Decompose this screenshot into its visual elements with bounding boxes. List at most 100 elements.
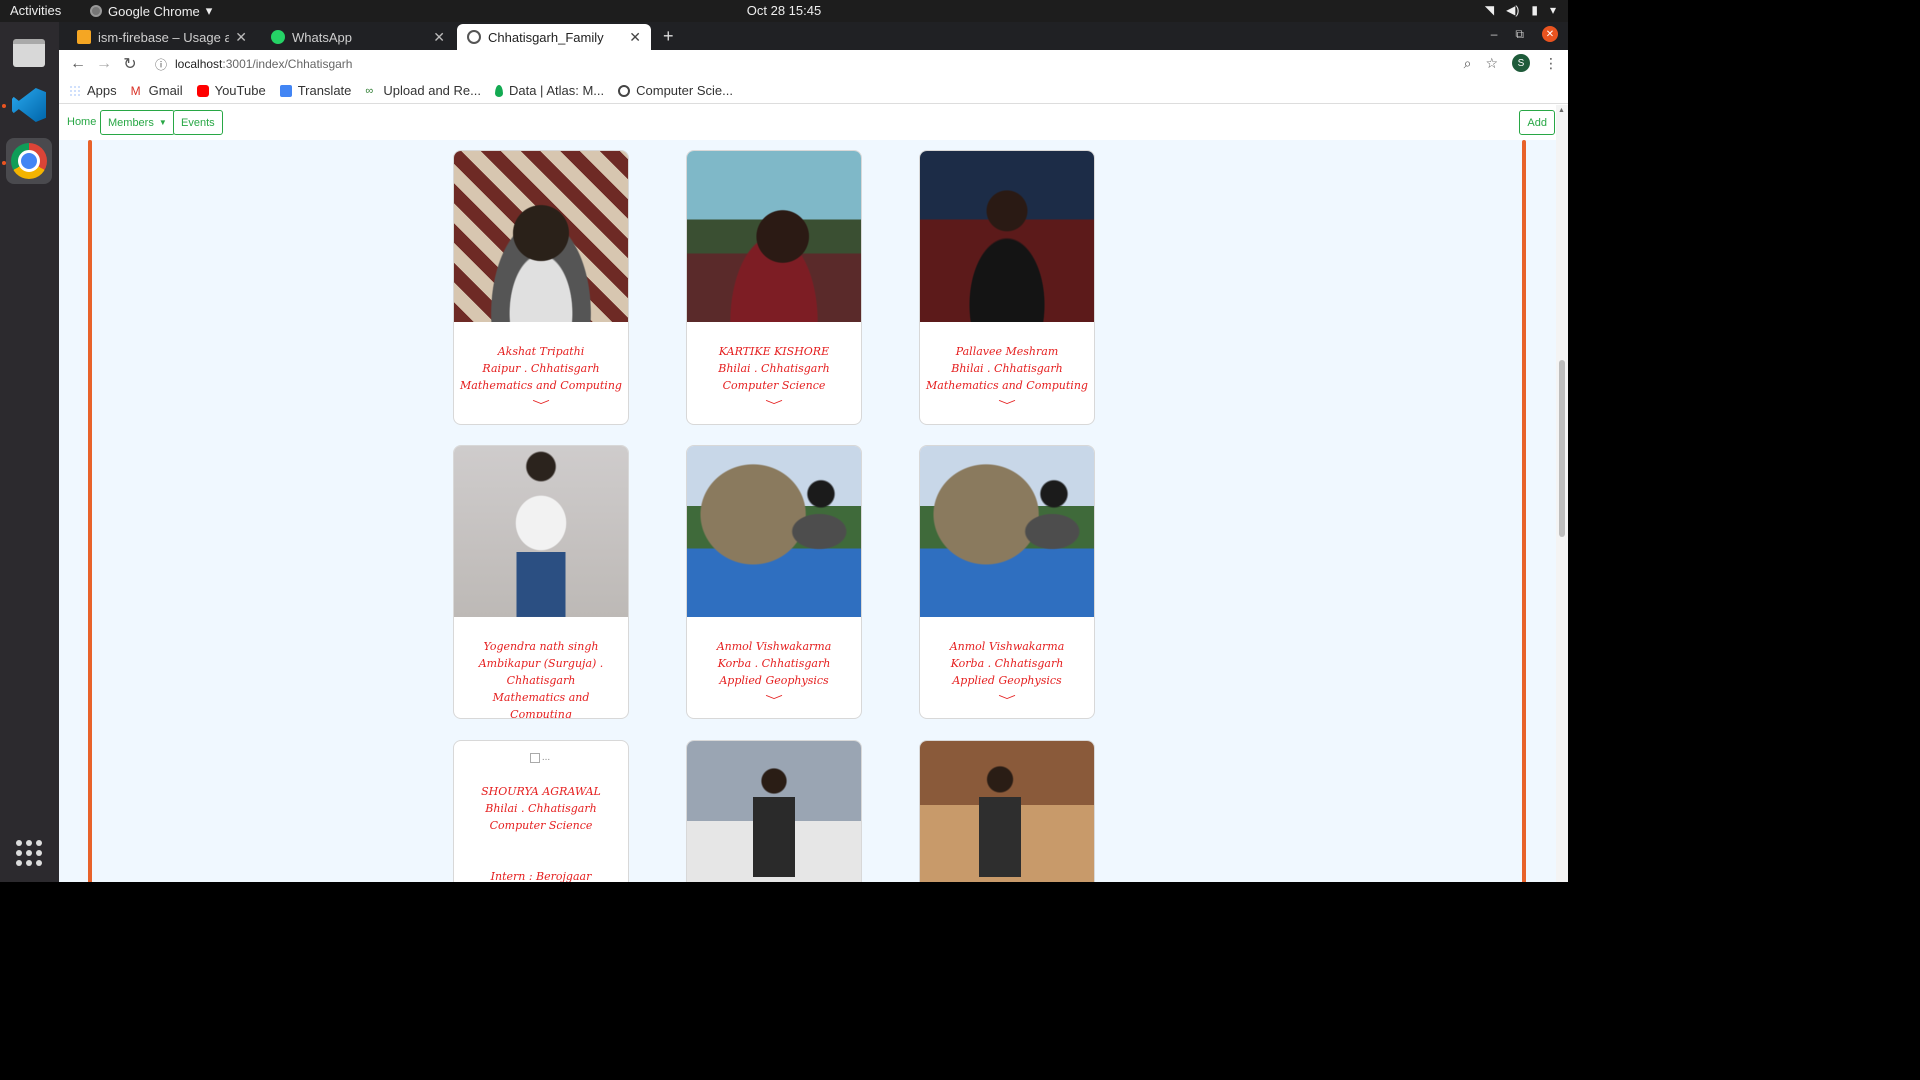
back-icon[interactable]: ← xyxy=(65,55,91,73)
member-card[interactable]: Anmol Vishwakarma Korba . Chhatisgarh Ap… xyxy=(686,445,862,719)
member-card[interactable]: Akshat Tripathi Raipur . Chhatisgarh Mat… xyxy=(453,150,629,425)
home-link[interactable]: Home xyxy=(67,116,96,128)
apps-grid-icon xyxy=(69,84,81,97)
tab-title: WhatsApp xyxy=(292,29,352,45)
bookmark-translate[interactable]: Translate xyxy=(279,83,351,98)
reload-icon[interactable]: ↻ xyxy=(117,54,143,74)
member-card[interactable] xyxy=(686,740,862,882)
system-top-bar: Activities Google Chrome ▾ Oct 28 15:45 ◥… xyxy=(0,0,1568,22)
member-photo xyxy=(687,446,861,617)
browser-toolbar: ← → ↻ ⓘ localhost:3001/index/Chhatisgarh… xyxy=(59,50,1568,78)
caret-down-icon: ▼ xyxy=(158,118,167,127)
member-branch: Computer Science xyxy=(489,819,593,832)
close-tab-icon[interactable]: ✕ xyxy=(235,29,247,46)
bookmark-label: Gmail xyxy=(148,83,183,98)
close-tab-icon[interactable]: ✕ xyxy=(433,29,445,46)
member-name: KARTIKE KISHORE xyxy=(718,345,830,358)
members-dropdown-button[interactable]: Members ▼ xyxy=(100,110,175,135)
chevron-down-icon[interactable]: ﹀ xyxy=(454,397,628,413)
globe-icon xyxy=(618,84,631,97)
page-scrollbar[interactable]: ▲ xyxy=(1556,105,1568,882)
running-indicator xyxy=(2,161,6,165)
translate-icon xyxy=(279,84,292,97)
bookmark-atlas[interactable]: Data | Atlas: M... xyxy=(494,83,605,98)
minimize-icon[interactable]: – xyxy=(1491,27,1498,41)
tab-title: Chhatisgarh_Family xyxy=(488,29,604,45)
clock[interactable]: Oct 28 15:45 xyxy=(0,3,1568,18)
chrome-app[interactable] xyxy=(6,138,52,184)
scroll-up-icon[interactable]: ▲ xyxy=(1558,107,1565,114)
member-info: KARTIKE KISHORE Bhilai . Chhatisgarh Com… xyxy=(687,322,861,394)
member-branch: Applied Geophysics xyxy=(952,674,1062,687)
url-host: localhost xyxy=(175,57,223,71)
member-card[interactable]: ... SHOURYA AGRAWAL Bhilai . Chhatisgarh… xyxy=(453,740,629,882)
show-applications-icon[interactable] xyxy=(16,840,42,866)
member-card[interactable]: Pallavee Meshram Bhilai . Chhatisgarh Ma… xyxy=(919,150,1095,425)
member-name: Akshat Tripathi xyxy=(497,345,585,358)
bookmark-upload[interactable]: ∞ Upload and Re... xyxy=(365,83,481,98)
bookmark-apps[interactable]: Apps xyxy=(69,83,117,98)
new-tab-button[interactable]: + xyxy=(663,26,674,47)
link-icon: ∞ xyxy=(365,84,374,97)
tab-whatsapp[interactable]: WhatsApp ✕ xyxy=(261,24,455,50)
address-bar[interactable]: ⓘ localhost:3001/index/Chhatisgarh xyxy=(149,52,1509,76)
member-place: Bhilai . Chhatisgarh xyxy=(718,362,830,375)
member-info: Anmol Vishwakarma Korba . Chhatisgarh Ap… xyxy=(920,617,1094,689)
frame-border-right xyxy=(1522,140,1526,882)
files-app[interactable] xyxy=(6,30,52,76)
site-navbar: Home Members ▼ Events Add xyxy=(59,105,1568,140)
youtube-icon xyxy=(196,84,209,97)
chevron-down-icon[interactable]: ﹀ xyxy=(920,397,1094,413)
info-icon[interactable]: ⓘ xyxy=(155,56,167,73)
bookmark-youtube[interactable]: YouTube xyxy=(196,83,266,98)
wifi-icon: ◥ xyxy=(1484,3,1495,17)
events-button[interactable]: Events xyxy=(173,110,223,135)
forward-icon[interactable]: → xyxy=(91,55,117,73)
close-window-icon[interactable]: ✕ xyxy=(1542,26,1558,42)
vscode-icon xyxy=(12,88,46,122)
vscode-app[interactable] xyxy=(6,82,52,128)
add-button[interactable]: Add xyxy=(1519,110,1555,135)
bookmark-computer-science[interactable]: Computer Scie... xyxy=(618,83,733,98)
bookmark-label: Apps xyxy=(87,83,117,98)
tab-chhatisgarh-family[interactable]: Chhatisgarh_Family ✕ xyxy=(457,24,651,50)
chevron-down-icon[interactable]: ﹀ xyxy=(920,692,1094,708)
tray-caret-icon: ▾ xyxy=(1549,3,1556,17)
star-icon[interactable]: ☆ xyxy=(1485,55,1498,72)
bookmark-label: Data | Atlas: M... xyxy=(508,83,605,98)
broken-image-alt: ... xyxy=(541,752,551,763)
menu-icon[interactable]: ⋮ xyxy=(1544,55,1558,72)
member-place: Bhilai . Chhatisgarh xyxy=(951,362,1063,375)
member-branch: Mathematics and Computing xyxy=(492,691,590,719)
member-place: Korba . Chhatisgarh xyxy=(950,657,1064,670)
member-card[interactable]: Yogendra nath singh Ambikapur (Surguja) … xyxy=(453,445,629,719)
zoom-icon[interactable]: ⌕ xyxy=(1464,55,1472,72)
member-photo xyxy=(687,741,861,882)
member-card[interactable]: Anmol Vishwakarma Korba . Chhatisgarh Ap… xyxy=(919,445,1095,719)
member-name: Yogendra nath singh xyxy=(483,640,599,653)
close-tab-icon[interactable]: ✕ xyxy=(629,29,641,46)
member-extra: Intern : Berojgaar xyxy=(490,870,592,882)
member-card[interactable] xyxy=(919,740,1095,882)
scrollbar-thumb[interactable] xyxy=(1559,360,1565,537)
member-info: Anmol Vishwakarma Korba . Chhatisgarh Ap… xyxy=(687,617,861,689)
window-controls: – ⧉ ✕ xyxy=(1491,26,1558,42)
gmail-icon: M xyxy=(130,83,141,98)
globe-icon xyxy=(467,30,481,44)
system-tray[interactable]: ◥ ◀) ▮ ▾ xyxy=(1485,3,1556,17)
restore-icon[interactable]: ⧉ xyxy=(1515,27,1524,42)
member-info: SHOURYA AGRAWAL Bhilai . Chhatisgarh Com… xyxy=(454,763,628,882)
chevron-down-icon[interactable]: ﹀ xyxy=(687,397,861,413)
toolbar-actions: ⌕ ☆ S ⋮ xyxy=(1464,54,1558,72)
battery-icon: ▮ xyxy=(1531,3,1538,17)
member-photo xyxy=(920,446,1094,617)
member-name: SHOURYA AGRAWAL xyxy=(481,785,601,798)
member-name: Anmol Vishwakarma xyxy=(716,640,832,653)
tab-firebase[interactable]: ism-firebase – Usage and billing ✕ xyxy=(67,24,257,50)
broken-image-icon: ... xyxy=(454,741,628,763)
member-photo xyxy=(454,151,628,322)
bookmark-gmail[interactable]: M Gmail xyxy=(131,83,183,98)
profile-avatar[interactable]: S xyxy=(1512,54,1530,72)
member-card[interactable]: KARTIKE KISHORE Bhilai . Chhatisgarh Com… xyxy=(686,150,862,425)
chevron-down-icon[interactable]: ﹀ xyxy=(687,692,861,708)
